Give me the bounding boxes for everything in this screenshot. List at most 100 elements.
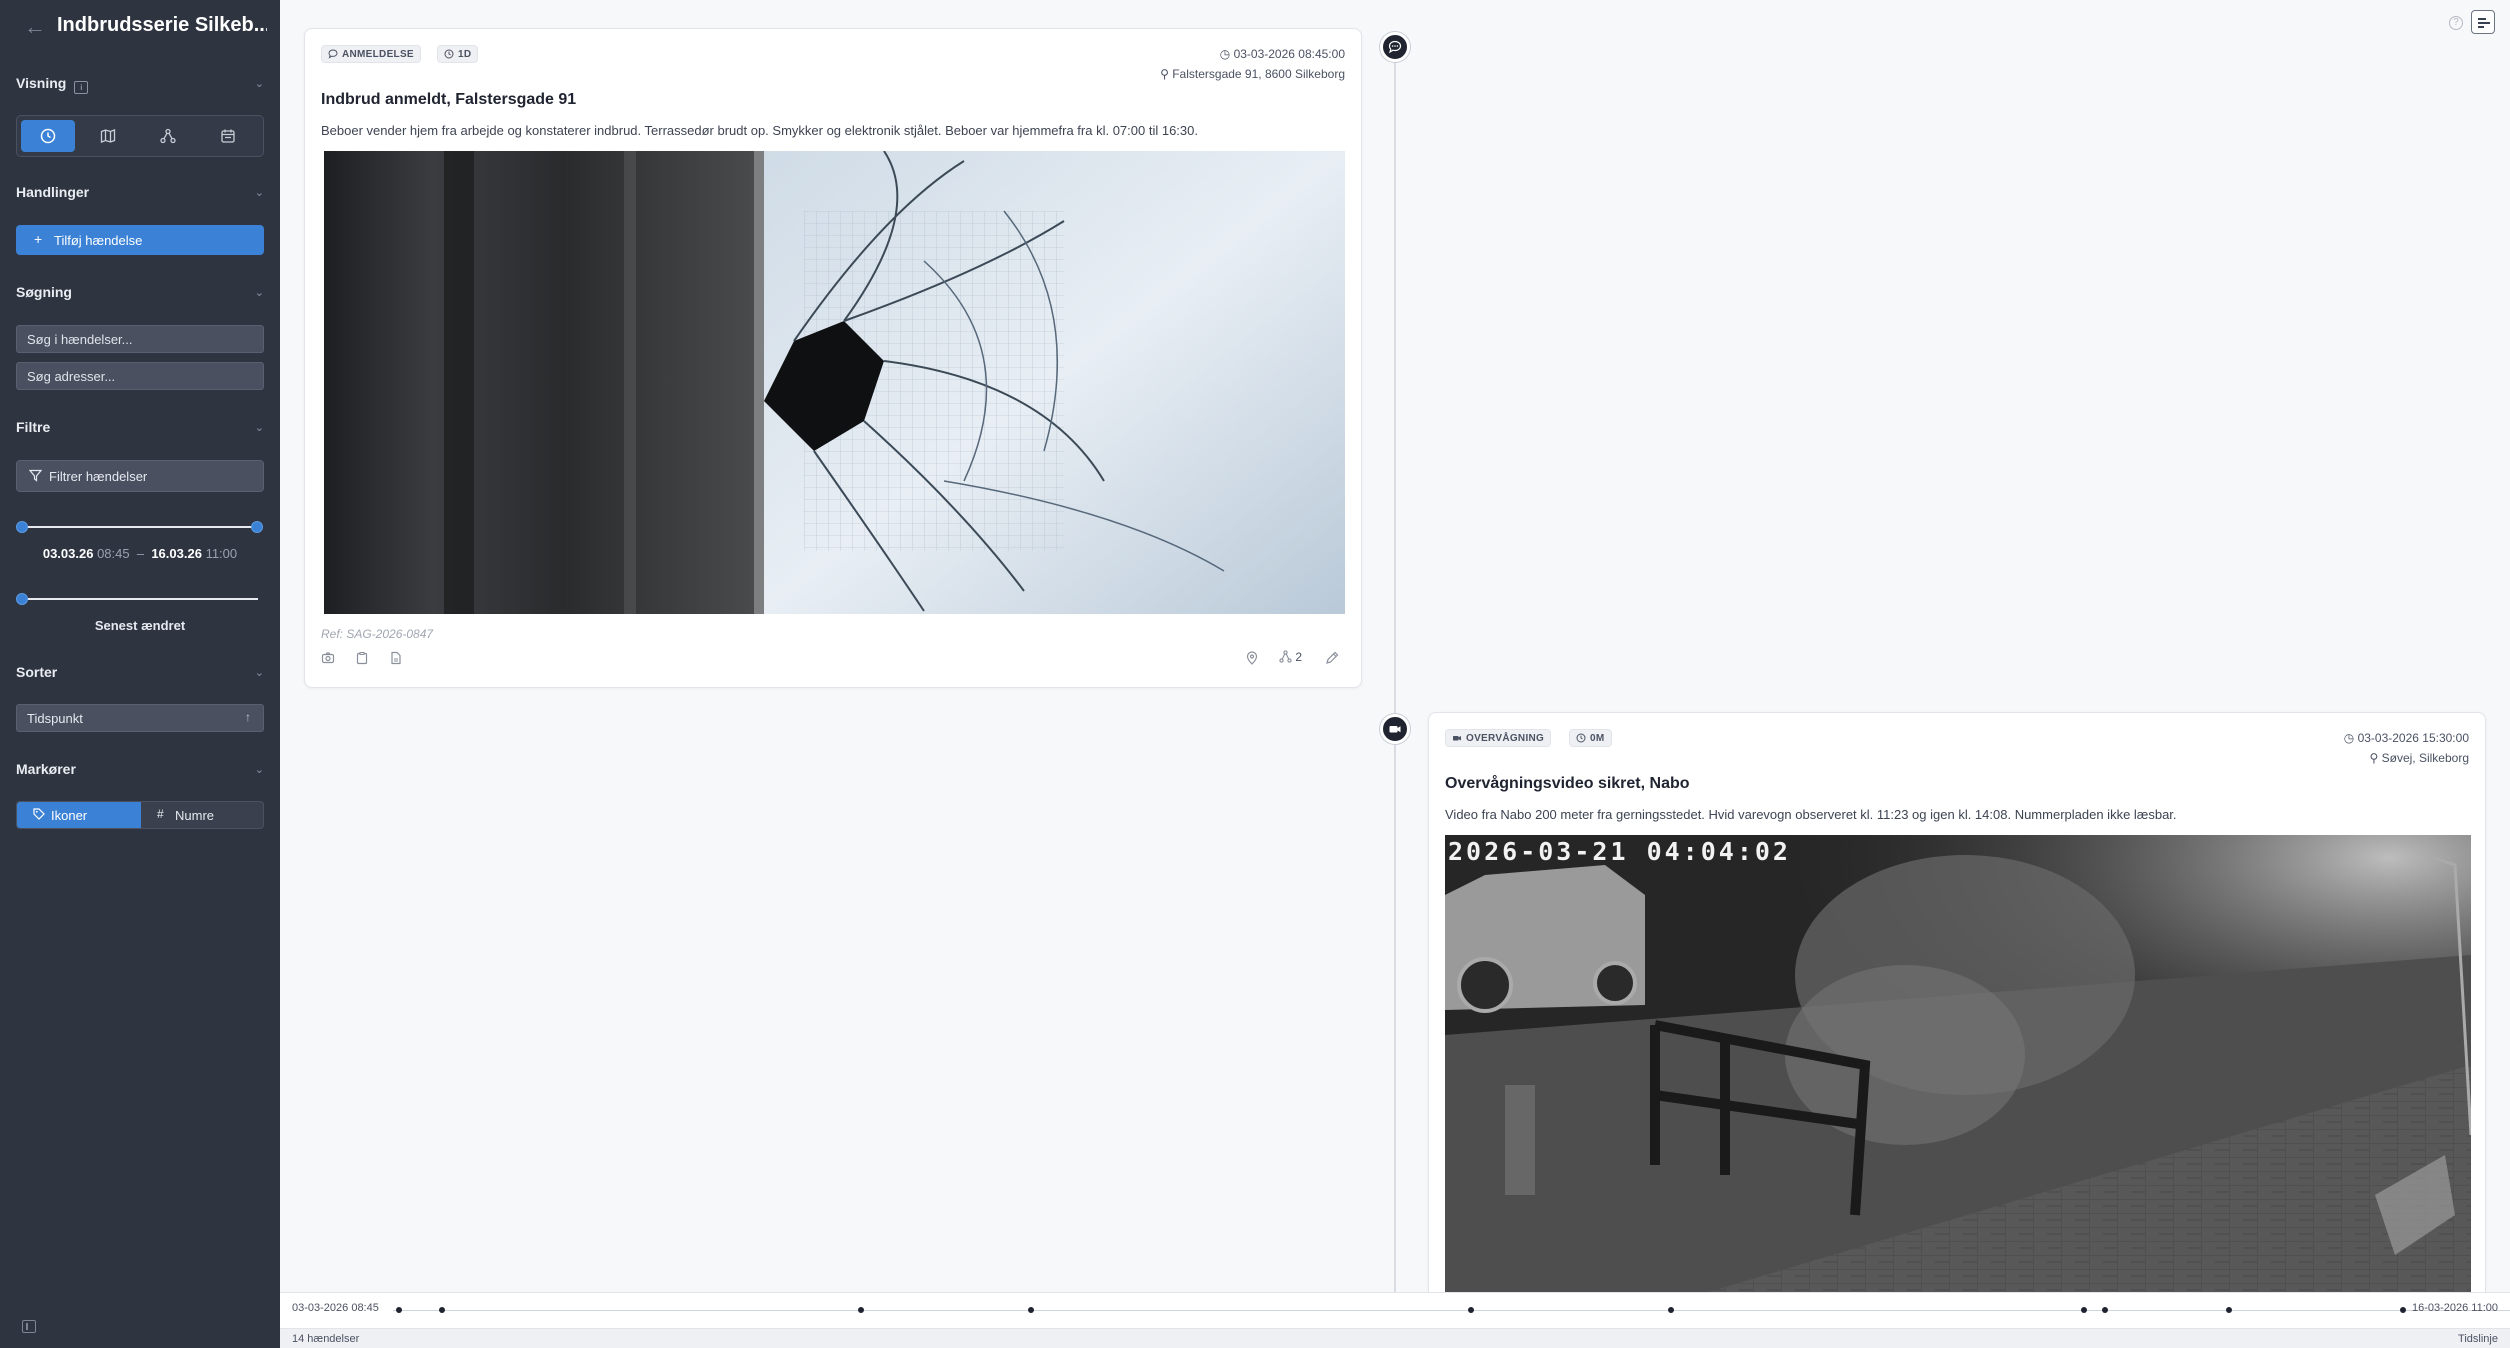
section-handlinger[interactable]: Handlinger ⌄ xyxy=(16,184,264,206)
video-camera-icon xyxy=(1389,726,1401,733)
event-count: 14 hændelser xyxy=(292,1333,360,1345)
edit-pencil-icon[interactable] xyxy=(1325,651,1339,665)
chevron-down-icon: ⌄ xyxy=(254,667,264,679)
event-duration-badge: 0M xyxy=(1569,729,1612,747)
clipboard-icon[interactable] xyxy=(355,651,369,665)
recency-slider[interactable] xyxy=(22,598,258,600)
timeline-event-dot[interactable] xyxy=(858,1307,864,1313)
list-view-icon[interactable] xyxy=(2471,10,2495,34)
clock-icon: ◷ xyxy=(2343,731,2355,745)
view-network-button[interactable] xyxy=(141,120,195,152)
section-filtre[interactable]: Filtre ⌄ xyxy=(16,419,264,441)
view-calendar-button[interactable] xyxy=(201,120,255,152)
network-icon xyxy=(160,128,176,144)
timeline-event-dot[interactable] xyxy=(2081,1307,2087,1313)
section-markorer[interactable]: Markører ⌄ xyxy=(16,761,264,783)
section-sorter[interactable]: Sorter ⌄ xyxy=(16,664,264,686)
video-camera-icon xyxy=(1453,736,1461,741)
clock-icon xyxy=(1576,733,1586,743)
sort-ascending-icon[interactable]: ↑ xyxy=(245,710,251,724)
timeline-spine xyxy=(1394,36,1396,1292)
event-title: Indbrud anmeldt, Falstersgade 91 xyxy=(321,91,577,108)
view-map-button[interactable] xyxy=(81,120,135,152)
funnel-icon xyxy=(29,469,42,482)
section-visning[interactable]: Visning i ⌄ xyxy=(16,75,264,97)
back-arrow-icon[interactable]: ← xyxy=(24,14,46,40)
timeline-start-label: 03-03-2026 08:45 xyxy=(292,1302,379,1314)
event-location: ⚲ Falstersgade 91, 8600 Silkeborg xyxy=(1160,67,1345,81)
range-start-handle[interactable] xyxy=(16,521,28,533)
sort-select[interactable]: Tidspunkt ↑ xyxy=(16,704,264,732)
timeline-event-dot[interactable] xyxy=(396,1307,402,1313)
timeline-event-dot[interactable] xyxy=(2226,1307,2232,1313)
event-title: Overvågningsvideo sikret, Nabo xyxy=(1445,775,1690,792)
info-icon[interactable]: i xyxy=(74,81,89,94)
filter-events-button[interactable]: Filtrer hændelser xyxy=(16,460,264,492)
event-location: ⚲ Søvej, Silkeborg xyxy=(2369,751,2469,765)
plus-icon: + xyxy=(34,231,43,247)
range-end-handle[interactable] xyxy=(251,521,263,533)
event-description: Video fra Nabo 200 meter fra gerningsste… xyxy=(1445,807,2177,822)
date-range-slider[interactable] xyxy=(22,526,258,528)
clock-icon xyxy=(40,128,56,144)
night-surveillance-image xyxy=(1445,835,2471,1293)
timeline-event-dot[interactable] xyxy=(1028,1307,1034,1313)
event-card[interactable]: OVERVÅGNING 0M ◷ 03-03-2026 15:30:00 ⚲ S… xyxy=(1428,712,2486,1312)
markers-numbers-button[interactable]: # Numre xyxy=(141,802,263,828)
search-address-input[interactable] xyxy=(16,362,264,390)
help-icon[interactable]: ? xyxy=(2449,16,2463,30)
section-sogning[interactable]: Søgning ⌄ xyxy=(16,284,264,306)
chat-bubble-icon xyxy=(328,49,338,59)
cctv-timestamp: 2026-03-21 04:04:02 xyxy=(1448,837,1791,866)
timeline-scrubber[interactable]: 03-03-2026 08:45 16-03-2026 11:00 xyxy=(280,1292,2510,1328)
event-datetime: ◷ 03-03-2026 08:45:00 xyxy=(1219,47,1345,61)
location-pin-icon: ⚲ xyxy=(2369,751,2379,765)
case-title: Indbrudsserie Silkeb... xyxy=(57,14,267,36)
timeline-event-dot[interactable] xyxy=(1668,1307,1674,1313)
map-icon xyxy=(100,129,116,143)
add-event-button[interactable]: + Tilføj hændelse xyxy=(16,225,264,255)
event-duration-badge: 1D xyxy=(437,45,479,63)
timeline-node-report[interactable] xyxy=(1380,32,1410,62)
search-events-input[interactable] xyxy=(16,325,264,353)
collapse-sidebar-icon[interactable] xyxy=(22,1320,36,1333)
camera-icon[interactable] xyxy=(321,651,335,665)
event-photo-broken-glass[interactable] xyxy=(324,151,1345,614)
hash-icon: # xyxy=(157,807,164,821)
broken-window-image xyxy=(324,151,1345,614)
timeline-event-dot[interactable] xyxy=(1468,1307,1474,1313)
clock-icon xyxy=(444,49,454,59)
timeline-event-dot[interactable] xyxy=(2102,1307,2108,1313)
chevron-down-icon: ⌄ xyxy=(254,764,264,776)
linked-items[interactable]: 2 xyxy=(1279,650,1302,664)
chevron-down-icon: ⌄ xyxy=(254,187,264,199)
date-range-label: 03.03.26 08:45 – 16.03.26 11:00 xyxy=(42,546,238,561)
event-type-badge: ANMELDELSE xyxy=(321,45,421,63)
document-icon[interactable] xyxy=(389,651,403,665)
timeline-axis xyxy=(393,1310,2510,1311)
view-timeline-button[interactable] xyxy=(21,120,75,152)
view-mode-toggle xyxy=(16,115,264,157)
timeline-end-label: 16-03-2026 11:00 xyxy=(2411,1302,2498,1314)
current-view-label: Tidslinje xyxy=(2458,1333,2498,1345)
event-type-badge: OVERVÅGNING xyxy=(1445,729,1552,747)
chevron-down-icon: ⌄ xyxy=(254,287,264,299)
clock-icon: ◷ xyxy=(1219,47,1231,61)
markers-icons-button[interactable]: Ikoner xyxy=(17,802,141,828)
chevron-down-icon: ⌄ xyxy=(254,78,264,90)
network-icon xyxy=(1279,650,1292,663)
chat-bubble-icon xyxy=(1388,40,1402,54)
timeline-event-dot[interactable] xyxy=(439,1307,445,1313)
event-description: Beboer vender hjem fra arbejde og konsta… xyxy=(321,123,1198,138)
sidebar-header: ← Indbrudsserie Silkeb... xyxy=(0,0,280,56)
event-reference: Ref: SAG-2026-0847 xyxy=(321,627,434,641)
sidebar: ← Indbrudsserie Silkeb... Visning i ⌄ Han… xyxy=(0,0,280,1348)
location-pin-icon[interactable] xyxy=(1245,651,1259,665)
cctv-video-frame[interactable]: 2026-03-21 04:04:02 xyxy=(1445,835,2471,1293)
timeline-event-dot[interactable] xyxy=(2400,1307,2406,1313)
recency-handle[interactable] xyxy=(16,593,28,605)
event-card[interactable]: ANMELDELSE 1D ◷ 03-03-2026 08:45:00 ⚲ Fa… xyxy=(304,28,1362,688)
timeline-node-surveillance[interactable] xyxy=(1380,714,1410,744)
status-bar: 14 hændelser Tidslinje xyxy=(280,1328,2510,1348)
location-pin-icon: ⚲ xyxy=(1160,67,1169,81)
